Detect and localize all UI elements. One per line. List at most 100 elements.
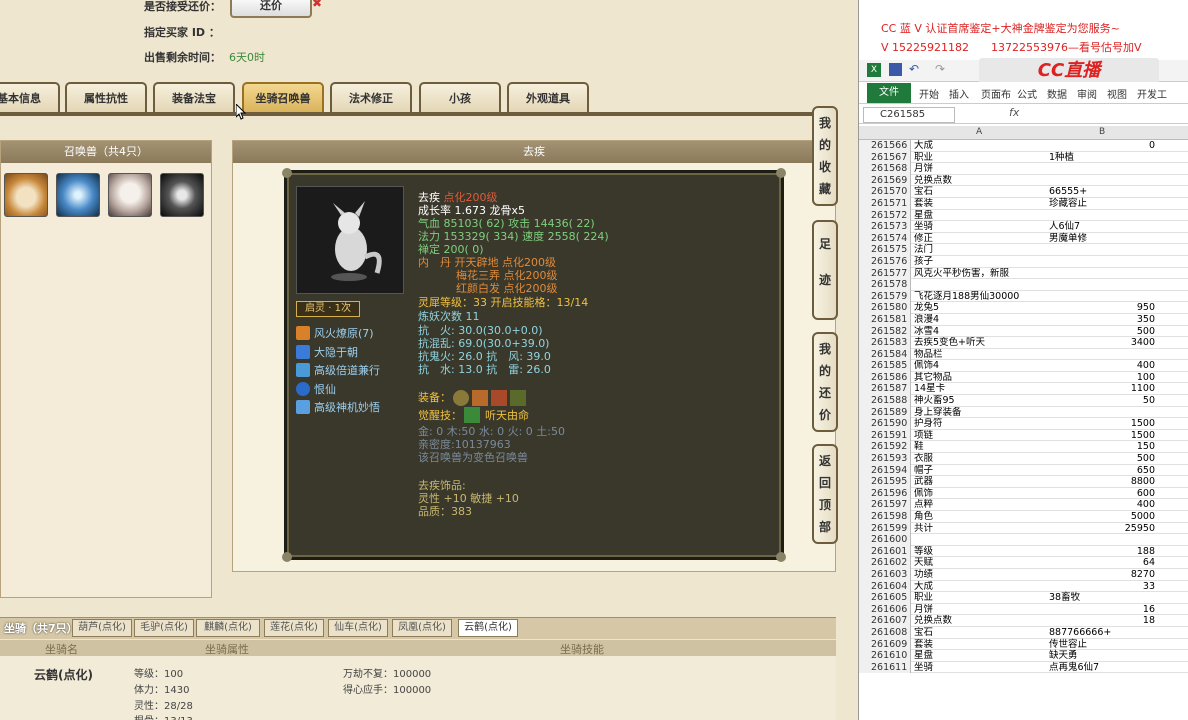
sheet-row[interactable]: 261602 天赋 64 xyxy=(859,557,1188,569)
save-icon[interactable] xyxy=(889,63,902,76)
ribbon-tab-insert[interactable]: 插入 xyxy=(949,86,969,101)
back-to-top-button[interactable]: 返回顶部 xyxy=(812,444,838,544)
cell-b[interactable]: 100 xyxy=(1049,372,1159,384)
row-number[interactable]: 261607 xyxy=(859,615,911,627)
sheet-row[interactable]: 261607 兑换点数 18 xyxy=(859,615,1188,627)
cell-a[interactable]: 共计 xyxy=(914,523,1049,535)
row-number[interactable]: 261577 xyxy=(859,267,911,280)
cell-a[interactable]: 神火畜95 xyxy=(914,395,1049,407)
cell-a[interactable]: 龙兔5 xyxy=(914,302,1049,314)
row-number[interactable]: 261608 xyxy=(859,626,911,639)
row-number[interactable]: 261587 xyxy=(859,383,911,396)
sheet-row[interactable]: 261604 大成 33 xyxy=(859,580,1188,593)
sheet-row[interactable]: 261584 物品栏 xyxy=(859,348,1188,361)
cell-b[interactable]: 3400 xyxy=(1049,337,1159,349)
cell-a[interactable]: 帽子 xyxy=(914,465,1049,477)
sheet-row[interactable]: 261588 神火畜95 50 xyxy=(859,395,1188,407)
mount-tab[interactable]: 麒麟(点化) xyxy=(196,619,260,637)
equip-misc-icon[interactable] xyxy=(510,390,526,406)
sheet-row[interactable]: 261590 护身符 1500 xyxy=(859,418,1188,430)
cell-b[interactable]: 8270 xyxy=(1049,569,1159,581)
sheet-row[interactable]: 261593 衣服 500 xyxy=(859,453,1188,465)
cell-a[interactable]: 物品栏 xyxy=(914,349,1049,361)
cell-b[interactable]: 1种植 xyxy=(1049,152,1159,164)
sheet-row[interactable]: 261569 兑换点数 xyxy=(859,174,1188,187)
row-number[interactable]: 261583 xyxy=(859,337,911,349)
cell-a[interactable]: 其它物品 xyxy=(914,372,1049,384)
mount-tab[interactable]: 仙车(点化) xyxy=(328,619,388,637)
summon-thumb-4[interactable] xyxy=(160,173,204,217)
row-number[interactable]: 261611 xyxy=(859,661,911,674)
cell-a[interactable]: 星盘 xyxy=(914,650,1049,662)
cell-b[interactable]: 650 xyxy=(1049,465,1159,477)
cell-a[interactable]: 月饼 xyxy=(914,604,1049,616)
cell-b[interactable]: 66555+ xyxy=(1049,186,1159,198)
cell-b[interactable]: 400 xyxy=(1049,499,1159,511)
sheet-row[interactable]: 261611 坐骑 点再鬼6仙7 xyxy=(859,661,1188,674)
sheet-row[interactable]: 261594 帽子 650 xyxy=(859,464,1188,477)
cell-a[interactable]: 套装 xyxy=(914,639,1049,651)
cell-a[interactable]: 护身符 xyxy=(914,418,1049,430)
cell-b[interactable]: 人6仙7 xyxy=(1049,221,1159,233)
sheet-row[interactable]: 261566 大成 0 xyxy=(859,140,1188,152)
cell-a[interactable]: 月饼 xyxy=(914,163,1049,175)
cell-b[interactable]: 38畜牧 xyxy=(1049,592,1159,604)
row-number[interactable]: 261606 xyxy=(859,603,911,616)
row-number[interactable]: 261594 xyxy=(859,464,911,477)
sheet-row[interactable]: 261597 点粹 400 xyxy=(859,499,1188,511)
cell-a[interactable]: 风克火平秒伤害，新服 xyxy=(914,268,1049,280)
column-header-b[interactable]: B xyxy=(1099,127,1105,137)
cell-b[interactable]: 缺天勇 xyxy=(1049,650,1159,662)
cell-a[interactable]: 兑换点数 xyxy=(914,615,1049,627)
close-icon[interactable]: ✖ xyxy=(312,0,322,10)
cell-a[interactable]: 项链 xyxy=(914,430,1049,442)
row-number[interactable]: 261591 xyxy=(859,429,911,442)
cell-a[interactable]: 宝石 xyxy=(914,627,1049,639)
row-number[interactable]: 261575 xyxy=(859,244,911,256)
row-number[interactable]: 261581 xyxy=(859,313,911,326)
cell-b[interactable]: 64 xyxy=(1049,557,1159,569)
summon-thumb-1[interactable] xyxy=(4,173,48,217)
tab-attributes[interactable]: 属性抗性 xyxy=(65,82,147,113)
cell-b[interactable]: 点再鬼6仙7 xyxy=(1049,662,1159,674)
cell-b[interactable]: 男魔单修 xyxy=(1049,233,1159,245)
row-number[interactable]: 261582 xyxy=(859,325,911,338)
ribbon-tab-data[interactable]: 数据 xyxy=(1047,86,1067,101)
row-number[interactable]: 261595 xyxy=(859,476,911,488)
sheet-row[interactable]: 261599 共计 25950 xyxy=(859,522,1188,535)
cell-a[interactable]: 功绩 xyxy=(914,569,1049,581)
cell-a[interactable]: 宝石 xyxy=(914,186,1049,198)
sheet-row[interactable]: 261582 冰雪4 500 xyxy=(859,325,1188,338)
sheet-row[interactable]: 261606 月饼 16 xyxy=(859,603,1188,616)
cell-b[interactable]: 18 xyxy=(1049,615,1159,627)
fx-icon[interactable]: fx xyxy=(1009,106,1019,119)
skill-item[interactable]: 恨仙 xyxy=(296,381,336,397)
sheet-row[interactable]: 261572 星盘 xyxy=(859,209,1188,222)
cell-a[interactable]: 修正 xyxy=(914,233,1049,245)
row-number[interactable]: 261586 xyxy=(859,371,911,384)
row-number[interactable]: 261579 xyxy=(859,290,911,303)
row-number[interactable]: 261600 xyxy=(859,534,911,546)
sheet-row[interactable]: 261592 鞋 150 xyxy=(859,441,1188,454)
cell-a[interactable]: 星盘 xyxy=(914,210,1049,222)
sheet-row[interactable]: 261601 等级 188 xyxy=(859,545,1188,558)
cell-a[interactable]: 兑换点数 xyxy=(914,175,1049,187)
sheet-row[interactable]: 261577 风克火平秒伤害，新服 xyxy=(859,267,1188,280)
cell-b[interactable]: 1500 xyxy=(1049,430,1159,442)
awaken-skill-icon[interactable] xyxy=(464,407,480,423)
cell-a[interactable]: 飞花逐月188男仙30000 xyxy=(914,291,1049,303)
ribbon-tab-developer[interactable]: 开发工 xyxy=(1137,86,1167,101)
mount-tab[interactable]: 凤凰(点化) xyxy=(392,619,452,637)
sheet-row[interactable]: 261608 宝石 887766666+ xyxy=(859,626,1188,639)
sheet-row[interactable]: 261581 浪漫4 350 xyxy=(859,313,1188,326)
sheet-row[interactable]: 261585 佩饰4 400 xyxy=(859,360,1188,372)
cell-a[interactable]: 身上穿装备 xyxy=(914,407,1049,419)
ribbon-tab-view[interactable]: 视图 xyxy=(1107,86,1127,101)
row-number[interactable]: 261569 xyxy=(859,174,911,187)
cell-b[interactable]: 887766666+ xyxy=(1049,627,1159,639)
spreadsheet-grid[interactable]: 261566 大成 0 261567 职业 1种植 261568 月饼 261569 兑换点数 26… xyxy=(859,140,1188,720)
mount-tab[interactable]: 葫芦(点化) xyxy=(72,619,132,637)
sheet-row[interactable]: 261600 xyxy=(859,534,1188,546)
cell-b[interactable]: 5000 xyxy=(1049,511,1159,523)
cell-a[interactable]: 佩饰4 xyxy=(914,360,1049,372)
